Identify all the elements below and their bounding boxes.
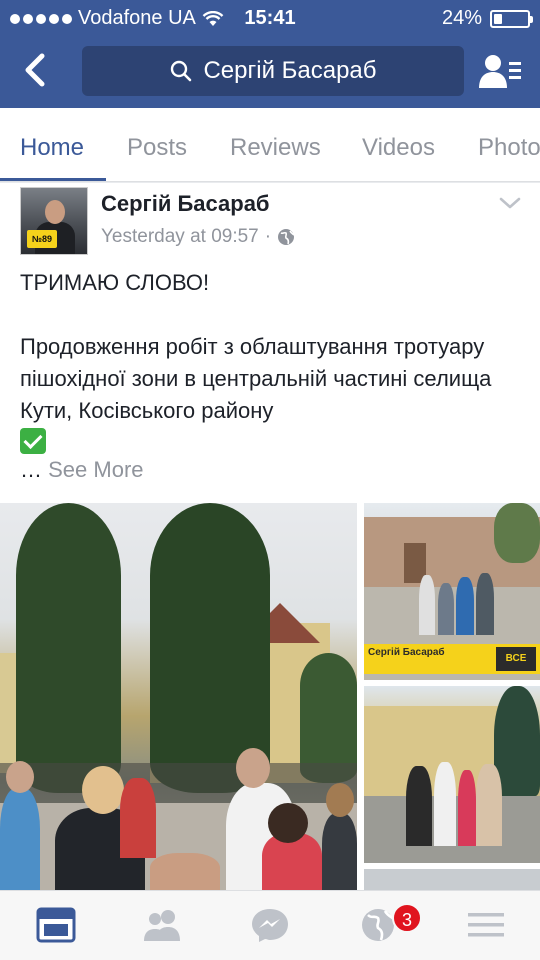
tab-reviews[interactable]: Reviews bbox=[230, 108, 321, 181]
check-mark-button-icon bbox=[20, 428, 46, 454]
top-bar: Vodafone UA 15:41 24% Сергій Басараб bbox=[0, 0, 540, 108]
banner-box: ВСЕ bbox=[496, 647, 536, 671]
post-photo-3[interactable] bbox=[364, 686, 540, 863]
tab-videos[interactable]: Videos bbox=[362, 108, 435, 181]
friends-icon[interactable] bbox=[142, 907, 182, 943]
post-photo-main[interactable] bbox=[0, 503, 357, 890]
post-photo-2[interactable]: Сергій Басараб ВСЕ bbox=[364, 503, 540, 680]
bottom-nav: 3 bbox=[0, 890, 540, 960]
battery-percent: 24% bbox=[441, 7, 482, 29]
see-more-row: … See More bbox=[20, 457, 144, 483]
battery-group: 24% bbox=[441, 7, 533, 30]
page-tabs: Home Posts Reviews Videos Photo bbox=[0, 108, 540, 182]
post-paragraph-text: Продовження робіт з облаштування тротуар… bbox=[20, 334, 492, 423]
campaign-banner: Сергій Басараб ВСЕ bbox=[364, 644, 540, 674]
post-paragraph: Продовження робіт з облаштування тротуар… bbox=[20, 331, 525, 459]
post-menu-chevron-down-icon[interactable] bbox=[498, 195, 522, 211]
globe-icon bbox=[278, 229, 295, 245]
tab-photos[interactable]: Photo bbox=[478, 108, 540, 181]
post-body: ТРИМАЮ СЛОВО! Продовження робіт з облашт… bbox=[20, 267, 525, 459]
meta-separator: · bbox=[264, 226, 272, 247]
banner-text: Сергій Басараб bbox=[368, 647, 445, 658]
ellipsis: … bbox=[20, 457, 42, 482]
see-more-link[interactable]: See More bbox=[48, 457, 143, 482]
search-query: Сергій Басараб bbox=[203, 57, 377, 84]
messenger-icon[interactable] bbox=[250, 907, 290, 943]
avatar-tag: №89 bbox=[27, 230, 57, 248]
tab-home[interactable]: Home bbox=[0, 108, 107, 181]
post-timestamp[interactable]: Yesterday at 09:57 bbox=[101, 226, 259, 248]
notification-badge: 3 bbox=[392, 903, 422, 933]
post-meta: Yesterday at 09:57 · bbox=[101, 226, 295, 248]
post-headline: ТРИМАЮ СЛОВО! bbox=[20, 270, 210, 295]
search-input[interactable]: Сергій Басараб bbox=[82, 46, 464, 96]
tab-posts[interactable]: Posts bbox=[127, 108, 187, 181]
post-card: №89 Сергій Басараб Yesterday at 09:57 · … bbox=[0, 183, 540, 890]
search-icon bbox=[171, 60, 192, 82]
back-button[interactable] bbox=[18, 50, 54, 90]
post-author[interactable]: Сергій Басараб bbox=[101, 191, 270, 217]
menu-icon[interactable] bbox=[466, 907, 506, 943]
news-feed-icon[interactable] bbox=[36, 907, 76, 943]
avatar[interactable]: №89 bbox=[20, 187, 88, 255]
post-photo-4[interactable] bbox=[364, 869, 540, 890]
status-bar: Vodafone UA 15:41 24% bbox=[0, 0, 540, 36]
friend-requests-button[interactable] bbox=[478, 52, 522, 90]
battery-icon bbox=[490, 9, 533, 28]
